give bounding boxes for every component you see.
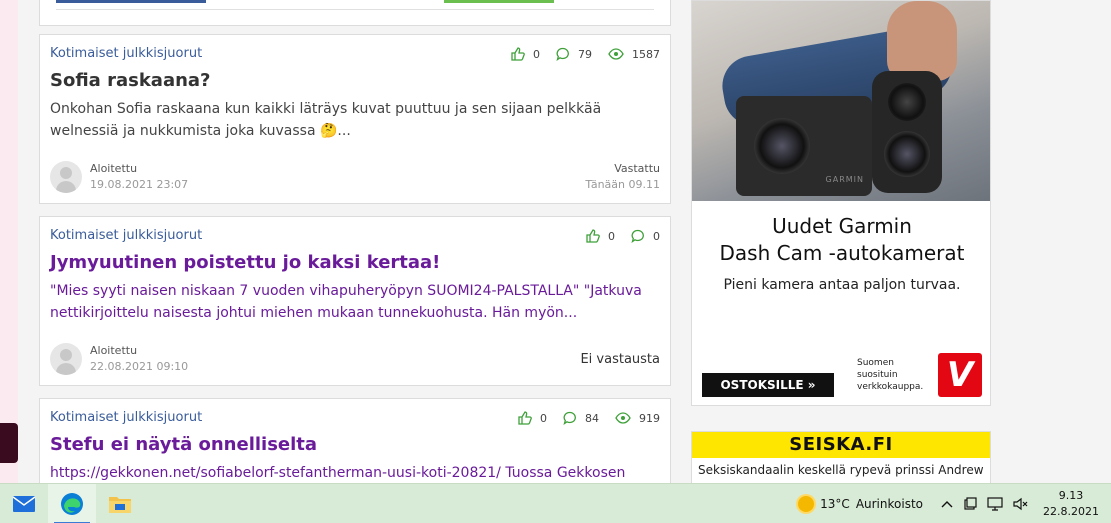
replied-label: Vastattu [614, 162, 660, 175]
comments-count: 84 [585, 411, 599, 425]
views-count: 919 [639, 411, 660, 425]
network-icon[interactable] [987, 497, 1003, 511]
ad-subline: Pieni kamera antaa paljon turvaa. [723, 277, 961, 293]
replied-date: Tänään 09.11 [585, 178, 660, 191]
post-title[interactable]: Stefu ei näytä onnelliselta [50, 434, 317, 455]
top-partial-card [39, 0, 671, 26]
post-stats: 0 84 919 [508, 411, 660, 425]
ad-tagline: Suomen suosituin verkkokauppa. [857, 358, 924, 392]
comment-icon [631, 229, 644, 243]
avatar [50, 161, 82, 193]
seiska-headline[interactable]: Seksiskandaalin keskellä rypevä prinssi … [692, 458, 990, 482]
sun-icon [798, 496, 815, 512]
started-label: Aloitettu [90, 344, 138, 357]
speaker-muted-icon[interactable] [1013, 497, 1029, 511]
eye-icon [608, 48, 624, 60]
weather-text: Aurinkoisto [855, 497, 923, 511]
dash-cam-mini-image [872, 71, 942, 193]
dash-cam-image: GARMIN [736, 96, 872, 196]
thumbs-up-icon[interactable] [511, 47, 525, 61]
clock[interactable]: 9.13 22.8.2021 [1041, 488, 1101, 520]
tab-indicator-green [444, 0, 554, 3]
post-excerpt[interactable]: https://gekkonen.net/sofiabelorf-stefant… [50, 462, 662, 484]
ad-headline: Uudet Garmin Dash Cam -autokamerat [719, 214, 965, 265]
comment-icon [556, 47, 569, 61]
post-category-link[interactable]: Kotimaiset julkkisjuorut [50, 410, 202, 425]
file-explorer-app[interactable] [96, 484, 144, 523]
onedrive-icon[interactable] [963, 497, 977, 511]
thumbs-up-icon[interactable] [518, 411, 532, 425]
left-dark-tab [0, 423, 18, 463]
chevron-up-icon[interactable] [941, 499, 953, 509]
edge-icon[interactable] [60, 492, 84, 516]
taskbar: 13°C Aurinkoisto 9.13 22.8.2021 [0, 483, 1111, 523]
weather-temp: 13°C [820, 497, 850, 511]
started-date: 22.08.2021 09:10 [90, 360, 189, 373]
comments-count: 0 [653, 229, 660, 243]
system-tray: 13°C Aurinkoisto 9.13 22.8.2021 [798, 484, 1111, 523]
post-card[interactable]: Kotimaiset julkkisjuorut 0 0 Jymyuutinen… [39, 216, 671, 386]
mail-app[interactable] [0, 484, 48, 523]
post-stats: 0 0 [576, 229, 660, 243]
started-label: Aloitettu [90, 162, 138, 175]
comments-count: 79 [578, 47, 592, 61]
tab-indicator-blue [56, 0, 206, 3]
post-title[interactable]: Jymyuutinen poistettu jo kaksi kertaa! [50, 252, 440, 273]
seiska-brand[interactable]: SEISKA.FI [692, 432, 990, 458]
shop-button[interactable]: OSTOKSILLE » [702, 373, 834, 397]
started-date: 19.08.2021 23:07 [90, 178, 189, 191]
eye-icon [615, 412, 631, 424]
post-category-link[interactable]: Kotimaiset julkkisjuorut [50, 228, 202, 243]
clock-date: 22.8.2021 [1043, 505, 1099, 518]
edge-app[interactable] [48, 483, 96, 523]
likes-count: 0 [533, 47, 540, 61]
post-card[interactable]: Kotimaiset julkkisjuorut 0 79 1587 Sofia… [39, 34, 671, 204]
garmin-ad[interactable]: GARMIN Uudet Garmin Dash Cam -autokamera… [691, 0, 991, 406]
likes-count: 0 [540, 411, 547, 425]
post-excerpt[interactable]: "Mies syyti naisen niskaan 7 vuoden viha… [50, 280, 662, 324]
avatar [50, 343, 82, 375]
views-count: 1587 [632, 47, 660, 61]
camera-brand-label: GARMIN [825, 175, 864, 184]
post-excerpt[interactable]: Onkohan Sofia raskaana kun kaikki läträy… [50, 98, 662, 142]
file-explorer-icon[interactable] [108, 494, 132, 514]
seiska-widget[interactable]: SEISKA.FI Seksiskandaalin keskellä rypev… [691, 431, 991, 491]
post-stats: 0 79 1587 [501, 47, 660, 61]
post-title[interactable]: Sofia raskaana? [50, 70, 211, 91]
comment-icon [563, 411, 576, 425]
ad-photo: GARMIN [692, 1, 990, 201]
verkkokauppa-logo[interactable]: V [938, 353, 982, 397]
post-category-link[interactable]: Kotimaiset julkkisjuorut [50, 46, 202, 61]
left-background-strip [0, 0, 18, 483]
no-replies-label: Ei vastausta [580, 352, 660, 367]
weather-widget[interactable]: 13°C Aurinkoisto [798, 496, 923, 512]
thumbs-up-icon[interactable] [586, 229, 600, 243]
mail-icon[interactable] [12, 495, 36, 513]
likes-count: 0 [608, 229, 615, 243]
clock-time: 9.13 [1058, 489, 1084, 502]
